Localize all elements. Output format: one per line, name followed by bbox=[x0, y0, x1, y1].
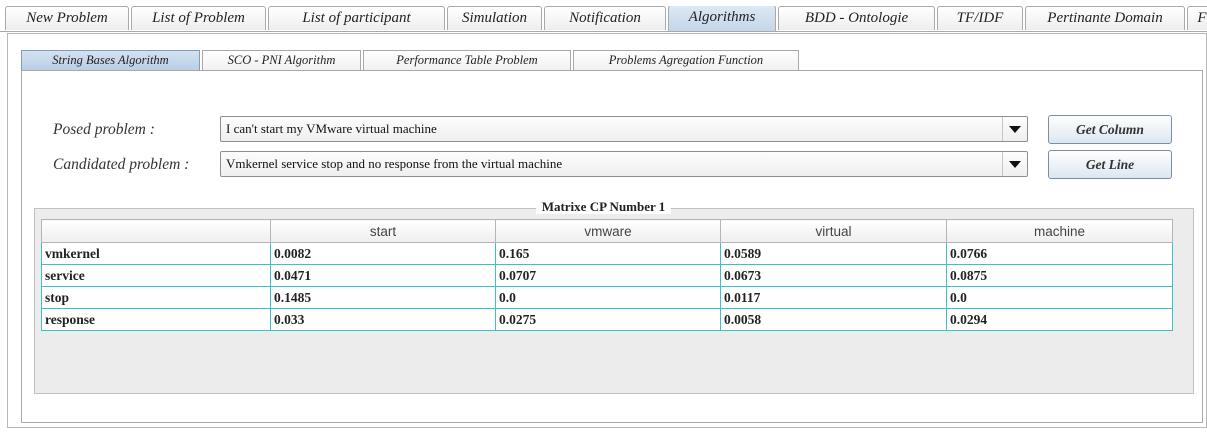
table-cell[interactable]: 0.0058 bbox=[720, 308, 947, 331]
table-cell[interactable]: 0.0471 bbox=[270, 264, 496, 287]
table-row[interactable]: vmkernel 0.0082 0.165 0.0589 0.0766 bbox=[41, 242, 1173, 265]
candidated-problem-value: Vmkernel service stop and no response fr… bbox=[226, 156, 563, 171]
posed-problem-select[interactable]: I can't start my VMware virtual machine bbox=[220, 116, 1028, 142]
row-term[interactable]: stop bbox=[41, 286, 271, 309]
row-term[interactable]: service bbox=[41, 264, 271, 287]
table-cell[interactable]: 0.0875 bbox=[946, 264, 1173, 287]
column-header-term[interactable] bbox=[41, 219, 271, 243]
table-cell[interactable]: 0.0707 bbox=[495, 264, 721, 287]
table-row[interactable]: stop 0.1485 0.0 0.0117 0.0 bbox=[41, 286, 1173, 309]
tab-string-bases-algorithm[interactable]: String Bases Algorithm bbox=[21, 50, 200, 70]
tab-bar-divider bbox=[0, 31, 1207, 32]
column-header-virtual[interactable]: virtual bbox=[720, 219, 947, 243]
column-header-machine[interactable]: machine bbox=[946, 219, 1173, 243]
tab-bdd-ontologie[interactable]: BDD - Ontologie bbox=[778, 6, 935, 30]
table-cell[interactable]: 0.0673 bbox=[720, 264, 947, 287]
column-header-vmware[interactable]: vmware bbox=[495, 219, 721, 243]
table-cell[interactable]: 0.1485 bbox=[270, 286, 496, 309]
table-row[interactable]: response 0.033 0.0275 0.0058 0.0294 bbox=[41, 308, 1173, 331]
tab-algorithms[interactable]: Algorithms bbox=[668, 6, 776, 31]
posed-problem-label: Posed problem : bbox=[53, 121, 155, 138]
tab-notification[interactable]: Notification bbox=[544, 6, 666, 30]
table-cell[interactable]: 0.0294 bbox=[946, 308, 1173, 331]
matrix-table: start vmware virtual machine vmkernel 0.… bbox=[41, 219, 1173, 331]
chevron-down-icon[interactable] bbox=[1002, 152, 1027, 176]
table-cell[interactable]: 0.0117 bbox=[720, 286, 947, 309]
tab-new-problem[interactable]: New Problem bbox=[5, 6, 129, 30]
candidated-problem-label: Candidated problem : bbox=[53, 156, 190, 173]
table-cell[interactable]: 0.0589 bbox=[720, 242, 947, 265]
table-cell[interactable]: 0.165 bbox=[495, 242, 721, 265]
tab-tf-idf[interactable]: TF/IDF bbox=[937, 6, 1023, 30]
matrix-title: Matrixe CP Number 1 bbox=[535, 199, 672, 214]
table-row[interactable]: service 0.0471 0.0707 0.0673 0.0875 bbox=[41, 264, 1173, 287]
tab-sco-pni-algorithm[interactable]: SCO - PNI Algorithm bbox=[202, 50, 361, 70]
tab-overflow[interactable]: F bbox=[1187, 6, 1207, 30]
get-line-button[interactable]: Get Line bbox=[1048, 150, 1172, 179]
row-term[interactable]: response bbox=[41, 308, 271, 331]
main-tab-bar: New Problem List of Problem List of part… bbox=[0, 6, 1207, 32]
table-cell[interactable]: 0.0 bbox=[946, 286, 1173, 309]
get-column-button[interactable]: Get Column bbox=[1048, 115, 1172, 144]
posed-problem-value: I can't start my VMware virtual machine bbox=[226, 121, 437, 136]
table-cell[interactable]: 0.033 bbox=[270, 308, 496, 331]
tab-problems-agregation-function[interactable]: Problems Agregation Function bbox=[573, 50, 799, 70]
table-header-row: start vmware virtual machine bbox=[41, 219, 1173, 243]
row-term[interactable]: vmkernel bbox=[41, 242, 271, 265]
tab-list-of-problem[interactable]: List of Problem bbox=[131, 6, 266, 30]
column-header-start[interactable]: start bbox=[270, 219, 496, 243]
tab-pertinante-domain[interactable]: Pertinante Domain bbox=[1025, 6, 1185, 30]
chevron-down-icon[interactable] bbox=[1002, 117, 1027, 141]
table-cell[interactable]: 0.0766 bbox=[946, 242, 1173, 265]
table-cell[interactable]: 0.0082 bbox=[270, 242, 496, 265]
tab-performance-table-problem[interactable]: Performance Table Problem bbox=[363, 50, 571, 70]
table-cell[interactable]: 0.0275 bbox=[495, 308, 721, 331]
table-cell[interactable]: 0.0 bbox=[495, 286, 721, 309]
tab-simulation[interactable]: Simulation bbox=[447, 6, 542, 30]
tab-list-of-participant[interactable]: List of participant bbox=[268, 6, 445, 30]
candidated-problem-select[interactable]: Vmkernel service stop and no response fr… bbox=[220, 151, 1028, 177]
